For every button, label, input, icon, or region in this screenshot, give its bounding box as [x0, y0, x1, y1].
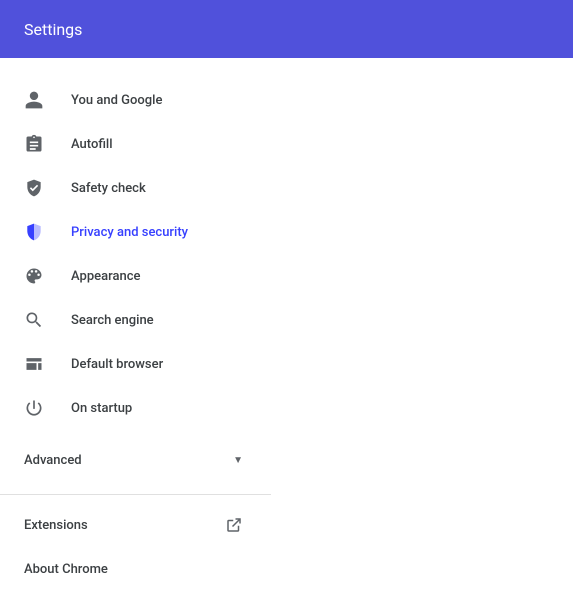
- sidebar-item-default-browser[interactable]: Default browser: [0, 342, 271, 386]
- sidebar-item-search-engine[interactable]: Search engine: [0, 298, 271, 342]
- sidebar-item-privacy-and-security[interactable]: Privacy and security: [0, 210, 271, 254]
- page-title: Settings: [24, 20, 82, 39]
- security-shield-icon: [24, 222, 44, 242]
- sidebar-item-label: Safety check: [71, 181, 146, 196]
- sidebar-item-label: Appearance: [71, 269, 140, 284]
- browser-window-icon: [24, 354, 44, 374]
- search-icon: [24, 310, 44, 330]
- sidebar-item-label: On startup: [71, 401, 132, 416]
- settings-header: Settings: [0, 0, 573, 58]
- sidebar-item-appearance[interactable]: Appearance: [0, 254, 271, 298]
- sidebar-item-label: You and Google: [71, 93, 162, 108]
- shield-check-icon: [24, 178, 44, 198]
- person-icon: [24, 90, 44, 110]
- sidebar-item-safety-check[interactable]: Safety check: [0, 166, 271, 210]
- clipboard-icon: [24, 134, 44, 154]
- sidebar-divider: [0, 494, 271, 495]
- sidebar-item-label: Default browser: [71, 357, 163, 372]
- sidebar-item-label: Autofill: [71, 137, 113, 152]
- sidebar-advanced-toggle[interactable]: Advanced ▼: [0, 438, 271, 482]
- advanced-label: Advanced: [24, 453, 82, 468]
- sidebar-item-on-startup[interactable]: On startup: [0, 386, 271, 430]
- chevron-down-icon: ▼: [233, 455, 243, 466]
- sidebar-item-autofill[interactable]: Autofill: [0, 122, 271, 166]
- extensions-label: Extensions: [24, 518, 88, 533]
- open-in-new-icon: [225, 516, 243, 534]
- power-icon: [24, 398, 44, 418]
- settings-sidebar: You and Google Autofill Safety check Pri…: [0, 58, 271, 591]
- sidebar-item-label: Search engine: [71, 313, 154, 328]
- sidebar-item-label: Privacy and security: [71, 225, 188, 240]
- sidebar-item-you-and-google[interactable]: You and Google: [0, 78, 271, 122]
- palette-icon: [24, 266, 44, 286]
- about-label: About Chrome: [24, 562, 108, 577]
- sidebar-item-extensions[interactable]: Extensions: [0, 503, 271, 547]
- sidebar-item-about-chrome[interactable]: About Chrome: [0, 547, 271, 591]
